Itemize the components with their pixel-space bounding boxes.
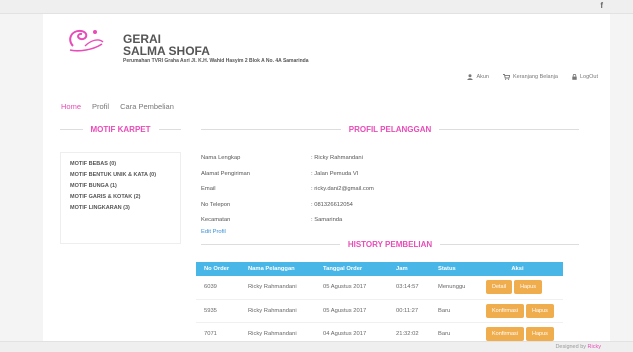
logout-link[interactable]: LogOut xyxy=(572,74,598,80)
divider xyxy=(60,129,83,130)
nav-how-to-buy[interactable]: Cara Pembelian xyxy=(120,102,174,111)
action-cell: Konfirmasi Hapus xyxy=(472,299,563,323)
table-header-row: No Order Nama Pelanggan Tanggal Order Ja… xyxy=(196,262,563,276)
column-header: Tanggal Order xyxy=(315,262,388,276)
divider xyxy=(201,244,340,245)
profile-details: Nama Lengkap: Ricky Rahmandani Alamat Pe… xyxy=(201,153,374,231)
page-container: GERAI SALMA SHOFA Perumahan TVRI Graha A… xyxy=(43,14,610,346)
footer: Designed by Ricky xyxy=(0,341,633,352)
facebook-icon[interactable]: f xyxy=(600,1,603,10)
table-row: 6039 Ricky Rahmandani 05 Agustus 2017 03… xyxy=(196,276,563,300)
divider xyxy=(201,129,341,130)
account-link[interactable]: Akun xyxy=(467,74,489,80)
cart-link[interactable]: Keranjang Belanja xyxy=(503,74,558,80)
sidebar-title: MOTIF KARPET xyxy=(60,125,181,134)
nav-profile[interactable]: Profil xyxy=(92,102,109,111)
profile-row: Nama Lengkap: Ricky Rahmandani xyxy=(201,155,363,161)
logo-swirl-icon xyxy=(69,29,104,52)
top-bar: f xyxy=(0,0,633,14)
profile-row: Kecamatan: Samarinda xyxy=(201,217,343,223)
profile-row: Email: ricky.dani2@gmail.com xyxy=(201,186,374,192)
confirm-button[interactable]: Konfirmasi xyxy=(486,326,524,341)
edit-profile-link[interactable]: Edit Profil xyxy=(201,229,226,235)
column-header: Aksi xyxy=(472,262,563,276)
order-history-table: No Order Nama Pelanggan Tanggal Order Ja… xyxy=(196,262,563,346)
lock-icon xyxy=(572,74,577,80)
profile-title: PROFIL PELANGGAN xyxy=(201,125,579,134)
category-item[interactable]: MOTIF BUNGA (1) xyxy=(70,181,171,192)
category-item[interactable]: MOTIF BENTUK UNIK & KATA (0) xyxy=(70,170,171,181)
detail-button[interactable]: Detail xyxy=(486,280,513,295)
main-nav: Home Profil Cara Pembelian xyxy=(61,102,174,111)
cart-icon xyxy=(503,74,510,80)
column-header: Jam xyxy=(388,262,430,276)
footer-credit: Designed by Ricky xyxy=(555,344,601,350)
category-item[interactable]: MOTIF BEBAS (0) xyxy=(70,159,171,170)
author-link[interactable]: Ricky xyxy=(588,344,601,350)
brand-name: GERAI SALMA SHOFA xyxy=(123,32,210,58)
history-title: HISTORY PEMBELIAN xyxy=(201,240,579,249)
confirm-button[interactable]: Konfirmasi xyxy=(486,303,524,318)
column-header: Status xyxy=(430,262,472,276)
divider xyxy=(440,244,579,245)
delete-button[interactable]: Hapus xyxy=(525,326,554,341)
nav-home[interactable]: Home xyxy=(61,102,81,111)
column-header: Nama Pelanggan xyxy=(240,262,315,276)
delete-button[interactable]: Hapus xyxy=(525,303,554,318)
column-header: No Order xyxy=(196,262,240,276)
category-item[interactable]: MOTIF LINGKARAN (3) xyxy=(70,203,171,214)
table-row: 5935 Ricky Rahmandani 05 Agustus 2017 00… xyxy=(196,299,563,323)
delete-button[interactable]: Hapus xyxy=(514,280,542,295)
category-item[interactable]: MOTIF GARIS & KOTAK (2) xyxy=(70,192,171,203)
user-icon xyxy=(467,74,474,80)
motif-category-list: MOTIF BEBAS (0) MOTIF BENTUK UNIK & KATA… xyxy=(60,152,181,244)
divider xyxy=(158,129,181,130)
profile-row: No Telepon: 081326612054 xyxy=(201,201,353,208)
profile-row: Alamat Pengiriman: Jalan Pemuda VI xyxy=(201,170,359,177)
action-cell: Detail Hapus xyxy=(472,276,563,300)
divider xyxy=(439,129,579,130)
store-address: Perumahan TVRI Graha Asri Jl. K.H. Wahid… xyxy=(123,58,309,64)
user-nav: Akun Keranjang Belanja LogOut xyxy=(467,74,598,80)
